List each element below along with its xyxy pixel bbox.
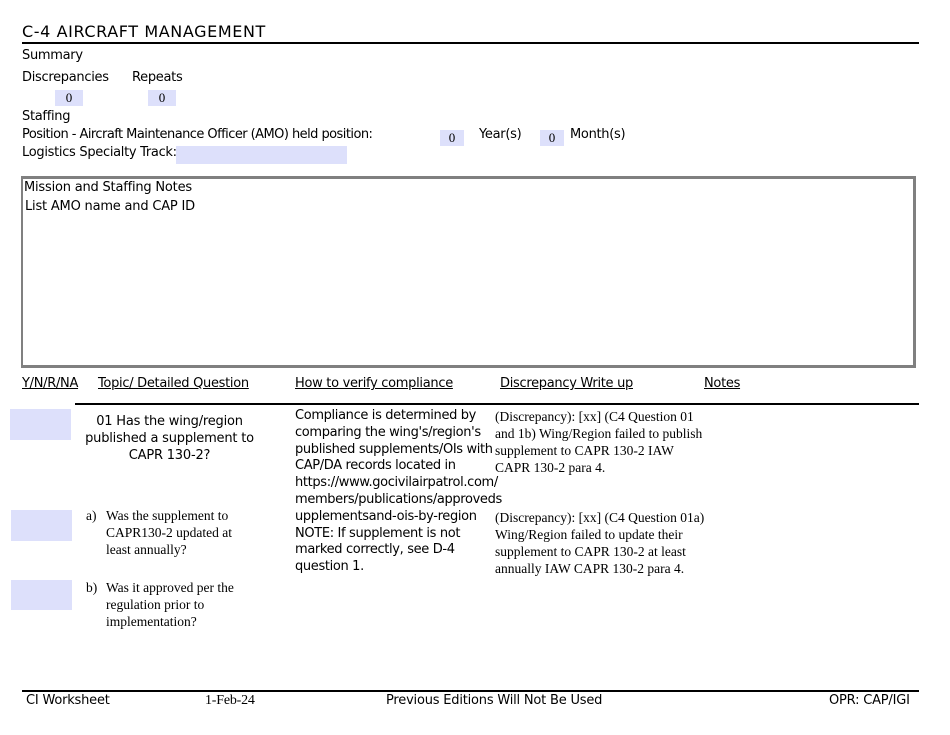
- question-01a-mark: a): [86, 508, 97, 523]
- question-01b-mark: b): [86, 580, 98, 595]
- header-divider: [75, 403, 919, 405]
- question-01b-text: Was it approved per the regulation prior…: [106, 580, 234, 629]
- verify-compliance-text: Compliance is determined by comparing th…: [295, 408, 502, 575]
- title-divider: [22, 42, 919, 44]
- footer-worksheet-label: CI Worksheet: [26, 693, 110, 708]
- notes-box-text[interactable]: List AMO name and CAP ID: [25, 199, 195, 214]
- column-header-verify: How to verify compliance: [295, 376, 453, 391]
- months-label: Month(s): [570, 127, 626, 142]
- answer-field-q01a[interactable]: [11, 510, 72, 541]
- footer-opr: OPR: CAP/IGI: [829, 693, 910, 708]
- column-header-topic: Topic/ Detailed Question: [98, 376, 249, 391]
- footer-date: 1-Feb-24: [205, 693, 255, 708]
- discrepancy-text-q01: (Discrepancy): [xx] (C4 Question 01 and …: [495, 409, 703, 475]
- answer-field-q01b[interactable]: [11, 580, 72, 610]
- question-01-text: 01 Has the wing/region published a suppl…: [85, 414, 254, 463]
- column-header-discrepancy: Discrepancy Write up: [500, 376, 633, 391]
- mission-staffing-notes-box[interactable]: Mission and Staffing Notes List AMO name…: [21, 176, 916, 368]
- discrepancies-label: Discrepancies: [22, 70, 109, 85]
- question-01a: a) Was the supplement to CAPR130-2 updat…: [86, 507, 256, 558]
- page-title: C-4 AIRCRAFT MANAGEMENT: [22, 22, 266, 41]
- column-header-notes: Notes: [704, 376, 741, 391]
- footer-divider: [22, 690, 919, 692]
- repeats-count-field[interactable]: 0: [148, 90, 176, 106]
- notes-box-label: Mission and Staffing Notes: [24, 180, 192, 195]
- discrepancies-count-field[interactable]: 0: [55, 90, 83, 106]
- staffing-heading: Staffing: [22, 109, 71, 124]
- years-field[interactable]: 0: [440, 130, 464, 146]
- years-label: Year(s): [479, 127, 522, 142]
- logistics-track-label: Logistics Specialty Track:: [22, 145, 177, 160]
- amo-position-label: Position - Aircraft Maintenance Officer …: [22, 127, 373, 142]
- answer-field-q01[interactable]: [10, 409, 71, 440]
- question-01b: b) Was it approved per the regulation pr…: [86, 579, 246, 630]
- summary-heading: Summary: [22, 48, 83, 63]
- question-01a-text: Was the supplement to CAPR130-2 updated …: [106, 508, 232, 557]
- discrepancy-text-q01a: (Discrepancy): [xx] (C4 Question 01a) Wi…: [495, 510, 705, 576]
- repeats-label: Repeats: [132, 70, 183, 85]
- column-header-ynrna: Y/N/R/NA: [22, 376, 79, 391]
- footer-editions-notice: Previous Editions Will Not Be Used: [386, 693, 603, 708]
- logistics-track-field[interactable]: [176, 146, 347, 164]
- months-field[interactable]: 0: [540, 130, 564, 146]
